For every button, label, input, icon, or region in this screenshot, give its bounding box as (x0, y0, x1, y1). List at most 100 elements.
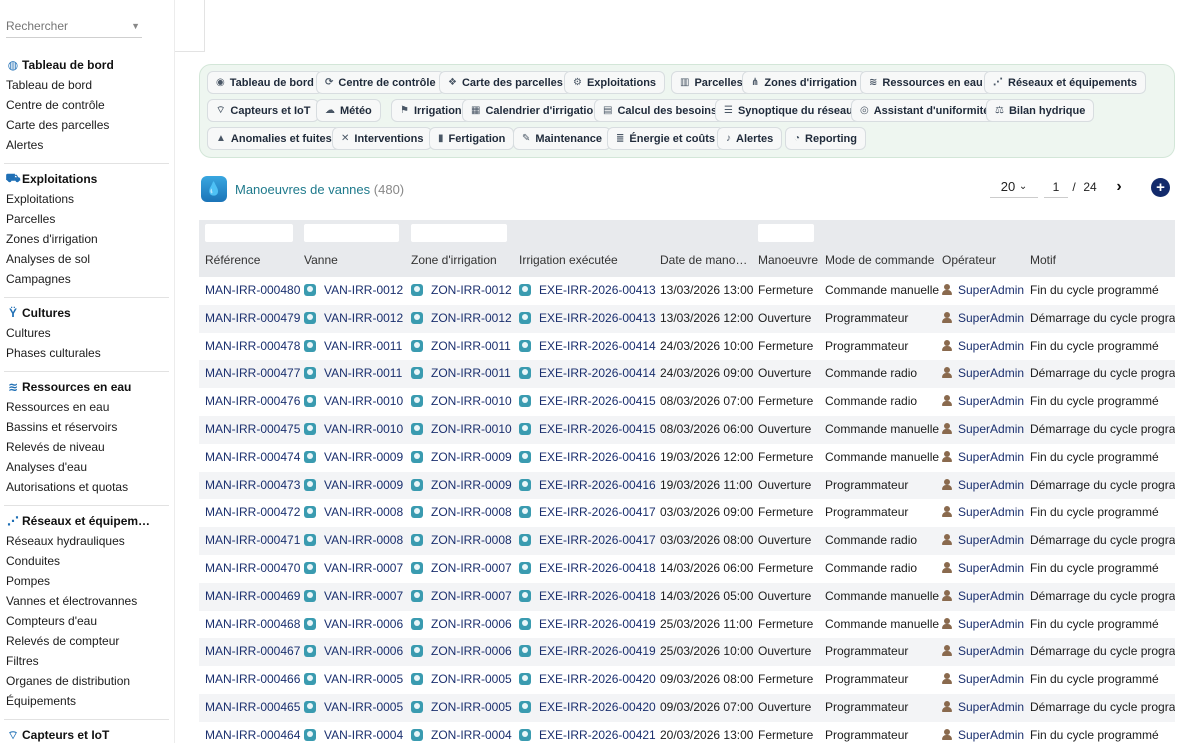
cell-reference[interactable]: MAN-IRR-000466 (205, 666, 301, 694)
cell-zone[interactable]: ZON-IRR-0012 (411, 277, 517, 305)
cell-irrigation[interactable]: EXE-IRR-2026-00414 (519, 360, 657, 388)
cell-irrigation[interactable]: EXE-IRR-2026-00416 (519, 472, 657, 500)
nav-pill[interactable]: ✎ Maintenance (513, 127, 612, 150)
cell-vanne[interactable]: VAN-IRR-0010 (304, 388, 408, 416)
sidebar-item[interactable]: Organes de distribution (0, 671, 174, 691)
table-row[interactable]: MAN-IRR-000472 VAN-IRR-0008 ZON-IRR-0008 EX… (199, 499, 1175, 528)
cell-zone[interactable]: ZON-IRR-0011 (411, 360, 517, 388)
cell-irrigation[interactable]: EXE-IRR-2026-00418 (519, 555, 657, 583)
sidebar-item[interactable]: Autorisations et quotas (0, 477, 174, 497)
cell-operateur[interactable]: SuperAdmin (942, 694, 1028, 722)
table-row[interactable]: MAN-IRR-000480 VAN-IRR-0012 ZON-IRR-0012 EX… (199, 277, 1175, 305)
column-header[interactable]: Zone d'irrigation (411, 253, 497, 267)
cell-reference[interactable]: MAN-IRR-000478 (205, 333, 301, 361)
cell-zone[interactable]: ZON-IRR-0008 (411, 499, 517, 527)
cell-irrigation[interactable]: EXE-IRR-2026-00420 (519, 666, 657, 694)
cell-zone[interactable]: ZON-IRR-0005 (411, 694, 517, 722)
sidebar-item[interactable]: Compteurs d'eau (0, 611, 174, 631)
nav-pill[interactable]: ❖ Carte des parcelles (439, 71, 572, 94)
sidebar-search[interactable]: ▼ (6, 14, 142, 38)
column-header[interactable]: Vanne (304, 253, 338, 267)
cell-operateur[interactable]: SuperAdmin (942, 333, 1028, 361)
sidebar-item[interactable]: Relevés de niveau (0, 437, 174, 457)
cell-zone[interactable]: ZON-IRR-0004 (411, 722, 517, 743)
sidebar-group-title[interactable]: Ÿ Cultures (0, 303, 174, 323)
cell-zone[interactable]: ZON-IRR-0008 (411, 527, 517, 555)
sidebar-item[interactable]: Filtres (0, 651, 174, 671)
table-row[interactable]: MAN-IRR-000467 VAN-IRR-0006 ZON-IRR-0006 EX… (199, 638, 1175, 667)
search-input[interactable] (6, 18, 116, 33)
sidebar-item[interactable]: Vannes et électrovannes (0, 591, 174, 611)
cell-operateur[interactable]: SuperAdmin (942, 499, 1028, 527)
column-header[interactable]: Date de mano… (660, 253, 747, 267)
nav-pill[interactable]: ⚙ Exploitations (564, 71, 666, 94)
cell-reference[interactable]: MAN-IRR-000467 (205, 638, 301, 666)
cell-zone[interactable]: ZON-IRR-0011 (411, 333, 517, 361)
sidebar-item[interactable]: Centre de contrôle (0, 95, 174, 115)
page-size-select[interactable]: 20 ⌄ (990, 176, 1038, 198)
cell-operateur[interactable]: SuperAdmin (942, 416, 1028, 444)
cell-operateur[interactable]: SuperAdmin (942, 277, 1028, 305)
cell-reference[interactable]: MAN-IRR-000476 (205, 388, 301, 416)
filter-zone[interactable] (411, 224, 507, 242)
sidebar-item[interactable]: Bassins et réservoirs (0, 417, 174, 437)
cell-reference[interactable]: MAN-IRR-000480 (205, 277, 301, 305)
cell-irrigation[interactable]: EXE-IRR-2026-00417 (519, 499, 657, 527)
nav-pill[interactable]: ☁ Météo (316, 99, 381, 122)
table-row[interactable]: MAN-IRR-000468 VAN-IRR-0006 ZON-IRR-0006 EX… (199, 610, 1175, 639)
cell-reference[interactable]: MAN-IRR-000474 (205, 444, 301, 472)
table-row[interactable]: MAN-IRR-000464 VAN-IRR-0004 ZON-IRR-0004 EX… (199, 721, 1175, 743)
cell-irrigation[interactable]: EXE-IRR-2026-00419 (519, 611, 657, 639)
table-row[interactable]: MAN-IRR-000465 VAN-IRR-0005 ZON-IRR-0005 EX… (199, 693, 1175, 722)
cell-reference[interactable]: MAN-IRR-000468 (205, 611, 301, 639)
cell-irrigation[interactable]: EXE-IRR-2026-00418 (519, 583, 657, 611)
cell-irrigation[interactable]: EXE-IRR-2026-00420 (519, 694, 657, 722)
cell-vanne[interactable]: VAN-IRR-0010 (304, 416, 408, 444)
filter-vanne[interactable] (304, 224, 399, 242)
sidebar-item[interactable]: Exploitations (0, 189, 174, 209)
nav-pill[interactable]: ▮ Fertigation (429, 127, 515, 150)
sidebar-item[interactable]: Conduites (0, 551, 174, 571)
cell-vanne[interactable]: VAN-IRR-0004 (304, 722, 408, 743)
table-row[interactable]: MAN-IRR-000479 VAN-IRR-0012 ZON-IRR-0012 EX… (199, 304, 1175, 333)
table-row[interactable]: MAN-IRR-000476 VAN-IRR-0010 ZON-IRR-0010 EX… (199, 388, 1175, 416)
nav-pill[interactable]: ♪ Alertes (717, 127, 783, 150)
cell-zone[interactable]: ZON-IRR-0010 (411, 416, 517, 444)
cell-vanne[interactable]: VAN-IRR-0007 (304, 555, 408, 583)
cell-reference[interactable]: MAN-IRR-000477 (205, 360, 301, 388)
cell-reference[interactable]: MAN-IRR-000469 (205, 583, 301, 611)
cell-operateur[interactable]: SuperAdmin (942, 722, 1028, 743)
cell-irrigation[interactable]: EXE-IRR-2026-00417 (519, 527, 657, 555)
cell-operateur[interactable]: SuperAdmin (942, 611, 1028, 639)
sidebar-group-title[interactable]: ◍ Tableau de bord (0, 55, 174, 75)
cell-operateur[interactable]: SuperAdmin (942, 472, 1028, 500)
cell-reference[interactable]: MAN-IRR-000479 (205, 305, 301, 333)
sidebar-item[interactable]: Parcelles (0, 209, 174, 229)
column-header[interactable]: Opérateur (942, 253, 996, 267)
sidebar-item[interactable]: Carte des parcelles (0, 115, 174, 135)
column-header[interactable]: Irrigation exécutée (519, 253, 618, 267)
table-row[interactable]: MAN-IRR-000477 VAN-IRR-0011 ZON-IRR-0011 EX… (199, 360, 1175, 389)
cell-zone[interactable]: ZON-IRR-0007 (411, 583, 517, 611)
sidebar-item[interactable]: Analyses d'eau (0, 457, 174, 477)
sidebar-item[interactable]: Ressources en eau (0, 397, 174, 417)
sidebar-item[interactable]: Cultures (0, 323, 174, 343)
nav-pill[interactable]: ▦ Calendrier d'irrigation (462, 99, 609, 122)
sidebar-item[interactable]: Zones d'irrigation (0, 229, 174, 249)
cell-irrigation[interactable]: EXE-IRR-2026-00415 (519, 416, 657, 444)
sidebar-item[interactable]: Tableau de bord (0, 75, 174, 95)
table-row[interactable]: MAN-IRR-000469 VAN-IRR-0007 ZON-IRR-0007 EX… (199, 582, 1175, 611)
table-row[interactable]: MAN-IRR-000478 VAN-IRR-0011 ZON-IRR-0011 EX… (199, 332, 1175, 361)
cell-reference[interactable]: MAN-IRR-000472 (205, 499, 301, 527)
cell-reference[interactable]: MAN-IRR-000475 (205, 416, 301, 444)
cell-vanne[interactable]: VAN-IRR-0011 (304, 333, 408, 361)
cell-zone[interactable]: ZON-IRR-0009 (411, 444, 517, 472)
cell-vanne[interactable]: VAN-IRR-0012 (304, 277, 408, 305)
cell-vanne[interactable]: VAN-IRR-0006 (304, 611, 408, 639)
cell-operateur[interactable]: SuperAdmin (942, 444, 1028, 472)
cell-vanne[interactable]: VAN-IRR-0006 (304, 638, 408, 666)
cell-irrigation[interactable]: EXE-IRR-2026-00414 (519, 333, 657, 361)
column-header[interactable]: Motif (1030, 253, 1056, 267)
chevron-down-icon[interactable]: ▼ (131, 21, 140, 31)
sidebar-item[interactable]: Relevés de compteur (0, 631, 174, 651)
